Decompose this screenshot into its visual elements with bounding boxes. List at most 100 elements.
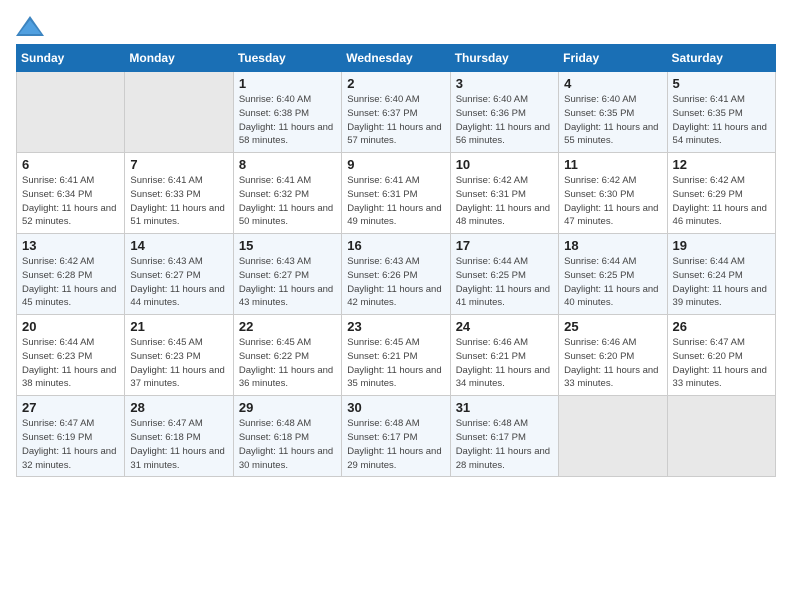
calendar-cell — [667, 396, 775, 477]
day-number: 30 — [347, 400, 444, 415]
calendar-cell: 24 Sunrise: 6:46 AM Sunset: 6:21 PM Dayli… — [450, 315, 558, 396]
calendar-cell: 8 Sunrise: 6:41 AM Sunset: 6:32 PM Daylig… — [233, 153, 341, 234]
day-number: 27 — [22, 400, 119, 415]
day-info: Sunrise: 6:42 AM Sunset: 6:30 PM Dayligh… — [564, 174, 661, 229]
calendar-cell: 28 Sunrise: 6:47 AM Sunset: 6:18 PM Dayli… — [125, 396, 233, 477]
day-number: 26 — [673, 319, 770, 334]
day-number: 20 — [22, 319, 119, 334]
day-number: 16 — [347, 238, 444, 253]
day-number: 9 — [347, 157, 444, 172]
col-header-saturday: Saturday — [667, 45, 775, 72]
calendar-cell: 12Sunrise: 6:42 AM Sunset: 6:29 PM Dayli… — [667, 153, 775, 234]
day-info: Sunrise: 6:46 AM Sunset: 6:20 PM Dayligh… — [564, 336, 661, 391]
calendar-cell: 22 Sunrise: 6:45 AM Sunset: 6:22 PM Dayli… — [233, 315, 341, 396]
calendar-cell: 5 Sunrise: 6:41 AM Sunset: 6:35 PM Daylig… — [667, 72, 775, 153]
day-info: Sunrise: 6:47 AM Sunset: 6:19 PM Dayligh… — [22, 417, 119, 472]
day-number: 14 — [130, 238, 227, 253]
calendar-cell: 20 Sunrise: 6:44 AM Sunset: 6:23 PM Dayli… — [17, 315, 125, 396]
calendar-cell: 17 Sunrise: 6:44 AM Sunset: 6:25 PM Dayli… — [450, 234, 558, 315]
calendar-cell: 31Sunrise: 6:48 AM Sunset: 6:17 PM Dayli… — [450, 396, 558, 477]
calendar-cell: 27 Sunrise: 6:47 AM Sunset: 6:19 PM Dayli… — [17, 396, 125, 477]
col-header-monday: Monday — [125, 45, 233, 72]
col-header-thursday: Thursday — [450, 45, 558, 72]
calendar-cell: 23 Sunrise: 6:45 AM Sunset: 6:21 PM Dayli… — [342, 315, 450, 396]
day-number: 2 — [347, 76, 444, 91]
calendar-cell: 14 Sunrise: 6:43 AM Sunset: 6:27 PM Dayli… — [125, 234, 233, 315]
day-info: Sunrise: 6:45 AM Sunset: 6:22 PM Dayligh… — [239, 336, 336, 391]
calendar-cell: 16 Sunrise: 6:43 AM Sunset: 6:26 PM Dayli… — [342, 234, 450, 315]
calendar-cell: 1 Sunrise: 6:40 AM Sunset: 6:38 PM Daylig… — [233, 72, 341, 153]
day-info: Sunrise: 6:47 AM Sunset: 6:20 PM Dayligh… — [673, 336, 770, 391]
day-info: Sunrise: 6:42 AM Sunset: 6:29 PM Dayligh… — [673, 174, 770, 229]
day-number: 24 — [456, 319, 553, 334]
day-info: Sunrise: 6:41 AM Sunset: 6:32 PM Dayligh… — [239, 174, 336, 229]
day-number: 13 — [22, 238, 119, 253]
calendar-cell: 18 Sunrise: 6:44 AM Sunset: 6:25 PM Dayli… — [559, 234, 667, 315]
day-info: Sunrise: 6:47 AM Sunset: 6:18 PM Dayligh… — [130, 417, 227, 472]
page-header — [16, 16, 776, 36]
calendar-cell: 10Sunrise: 6:42 AM Sunset: 6:31 PM Dayli… — [450, 153, 558, 234]
day-number: 5 — [673, 76, 770, 91]
day-info: Sunrise: 6:44 AM Sunset: 6:23 PM Dayligh… — [22, 336, 119, 391]
calendar-cell: 7 Sunrise: 6:41 AM Sunset: 6:33 PM Daylig… — [125, 153, 233, 234]
day-number: 19 — [673, 238, 770, 253]
calendar-cell: 26 Sunrise: 6:47 AM Sunset: 6:20 PM Dayli… — [667, 315, 775, 396]
day-info: Sunrise: 6:41 AM Sunset: 6:31 PM Dayligh… — [347, 174, 444, 229]
day-info: Sunrise: 6:43 AM Sunset: 6:26 PM Dayligh… — [347, 255, 444, 310]
day-number: 7 — [130, 157, 227, 172]
calendar-cell — [559, 396, 667, 477]
day-number: 10 — [456, 157, 553, 172]
day-number: 17 — [456, 238, 553, 253]
day-number: 21 — [130, 319, 227, 334]
day-info: Sunrise: 6:43 AM Sunset: 6:27 PM Dayligh… — [130, 255, 227, 310]
day-info: Sunrise: 6:48 AM Sunset: 6:18 PM Dayligh… — [239, 417, 336, 472]
day-info: Sunrise: 6:44 AM Sunset: 6:25 PM Dayligh… — [564, 255, 661, 310]
col-header-tuesday: Tuesday — [233, 45, 341, 72]
day-number: 22 — [239, 319, 336, 334]
calendar-cell: 15 Sunrise: 6:43 AM Sunset: 6:27 PM Dayli… — [233, 234, 341, 315]
day-number: 11 — [564, 157, 661, 172]
day-info: Sunrise: 6:41 AM Sunset: 6:34 PM Dayligh… — [22, 174, 119, 229]
day-number: 3 — [456, 76, 553, 91]
day-number: 4 — [564, 76, 661, 91]
calendar-cell: 19 Sunrise: 6:44 AM Sunset: 6:24 PM Dayli… — [667, 234, 775, 315]
day-number: 29 — [239, 400, 336, 415]
calendar-cell: 11 Sunrise: 6:42 AM Sunset: 6:30 PM Dayli… — [559, 153, 667, 234]
day-info: Sunrise: 6:45 AM Sunset: 6:23 PM Dayligh… — [130, 336, 227, 391]
col-header-friday: Friday — [559, 45, 667, 72]
day-info: Sunrise: 6:46 AM Sunset: 6:21 PM Dayligh… — [456, 336, 553, 391]
calendar-cell: 13 Sunrise: 6:42 AM Sunset: 6:28 PM Dayli… — [17, 234, 125, 315]
calendar-cell: 9 Sunrise: 6:41 AM Sunset: 6:31 PM Daylig… — [342, 153, 450, 234]
col-header-sunday: Sunday — [17, 45, 125, 72]
day-info: Sunrise: 6:41 AM Sunset: 6:33 PM Dayligh… — [130, 174, 227, 229]
day-info: Sunrise: 6:40 AM Sunset: 6:38 PM Dayligh… — [239, 93, 336, 148]
calendar-cell: 30 Sunrise: 6:48 AM Sunset: 6:17 PM Dayli… — [342, 396, 450, 477]
calendar-cell: 25 Sunrise: 6:46 AM Sunset: 6:20 PM Dayli… — [559, 315, 667, 396]
day-info: Sunrise: 6:48 AM Sunset: 6:17 PM Dayligh… — [347, 417, 444, 472]
day-number: 15 — [239, 238, 336, 253]
calendar-cell: 6 Sunrise: 6:41 AM Sunset: 6:34 PM Daylig… — [17, 153, 125, 234]
day-number: 1 — [239, 76, 336, 91]
day-info: Sunrise: 6:45 AM Sunset: 6:21 PM Dayligh… — [347, 336, 444, 391]
day-info: Sunrise: 6:44 AM Sunset: 6:24 PM Dayligh… — [673, 255, 770, 310]
day-info: Sunrise: 6:41 AM Sunset: 6:35 PM Dayligh… — [673, 93, 770, 148]
calendar-cell: 29 Sunrise: 6:48 AM Sunset: 6:18 PM Dayli… — [233, 396, 341, 477]
day-number: 25 — [564, 319, 661, 334]
logo-icon — [16, 16, 44, 36]
day-number: 28 — [130, 400, 227, 415]
calendar-table: SundayMondayTuesdayWednesdayThursdayFrid… — [16, 44, 776, 477]
calendar-cell — [125, 72, 233, 153]
day-number: 23 — [347, 319, 444, 334]
day-info: Sunrise: 6:44 AM Sunset: 6:25 PM Dayligh… — [456, 255, 553, 310]
day-number: 6 — [22, 157, 119, 172]
day-info: Sunrise: 6:48 AM Sunset: 6:17 PM Dayligh… — [456, 417, 553, 472]
day-info: Sunrise: 6:40 AM Sunset: 6:36 PM Dayligh… — [456, 93, 553, 148]
day-info: Sunrise: 6:43 AM Sunset: 6:27 PM Dayligh… — [239, 255, 336, 310]
day-info: Sunrise: 6:40 AM Sunset: 6:37 PM Dayligh… — [347, 93, 444, 148]
day-info: Sunrise: 6:42 AM Sunset: 6:28 PM Dayligh… — [22, 255, 119, 310]
calendar-cell: 2 Sunrise: 6:40 AM Sunset: 6:37 PM Daylig… — [342, 72, 450, 153]
day-number: 8 — [239, 157, 336, 172]
calendar-cell: 4Sunrise: 6:40 AM Sunset: 6:35 PM Daylig… — [559, 72, 667, 153]
day-number: 18 — [564, 238, 661, 253]
logo — [16, 16, 48, 36]
